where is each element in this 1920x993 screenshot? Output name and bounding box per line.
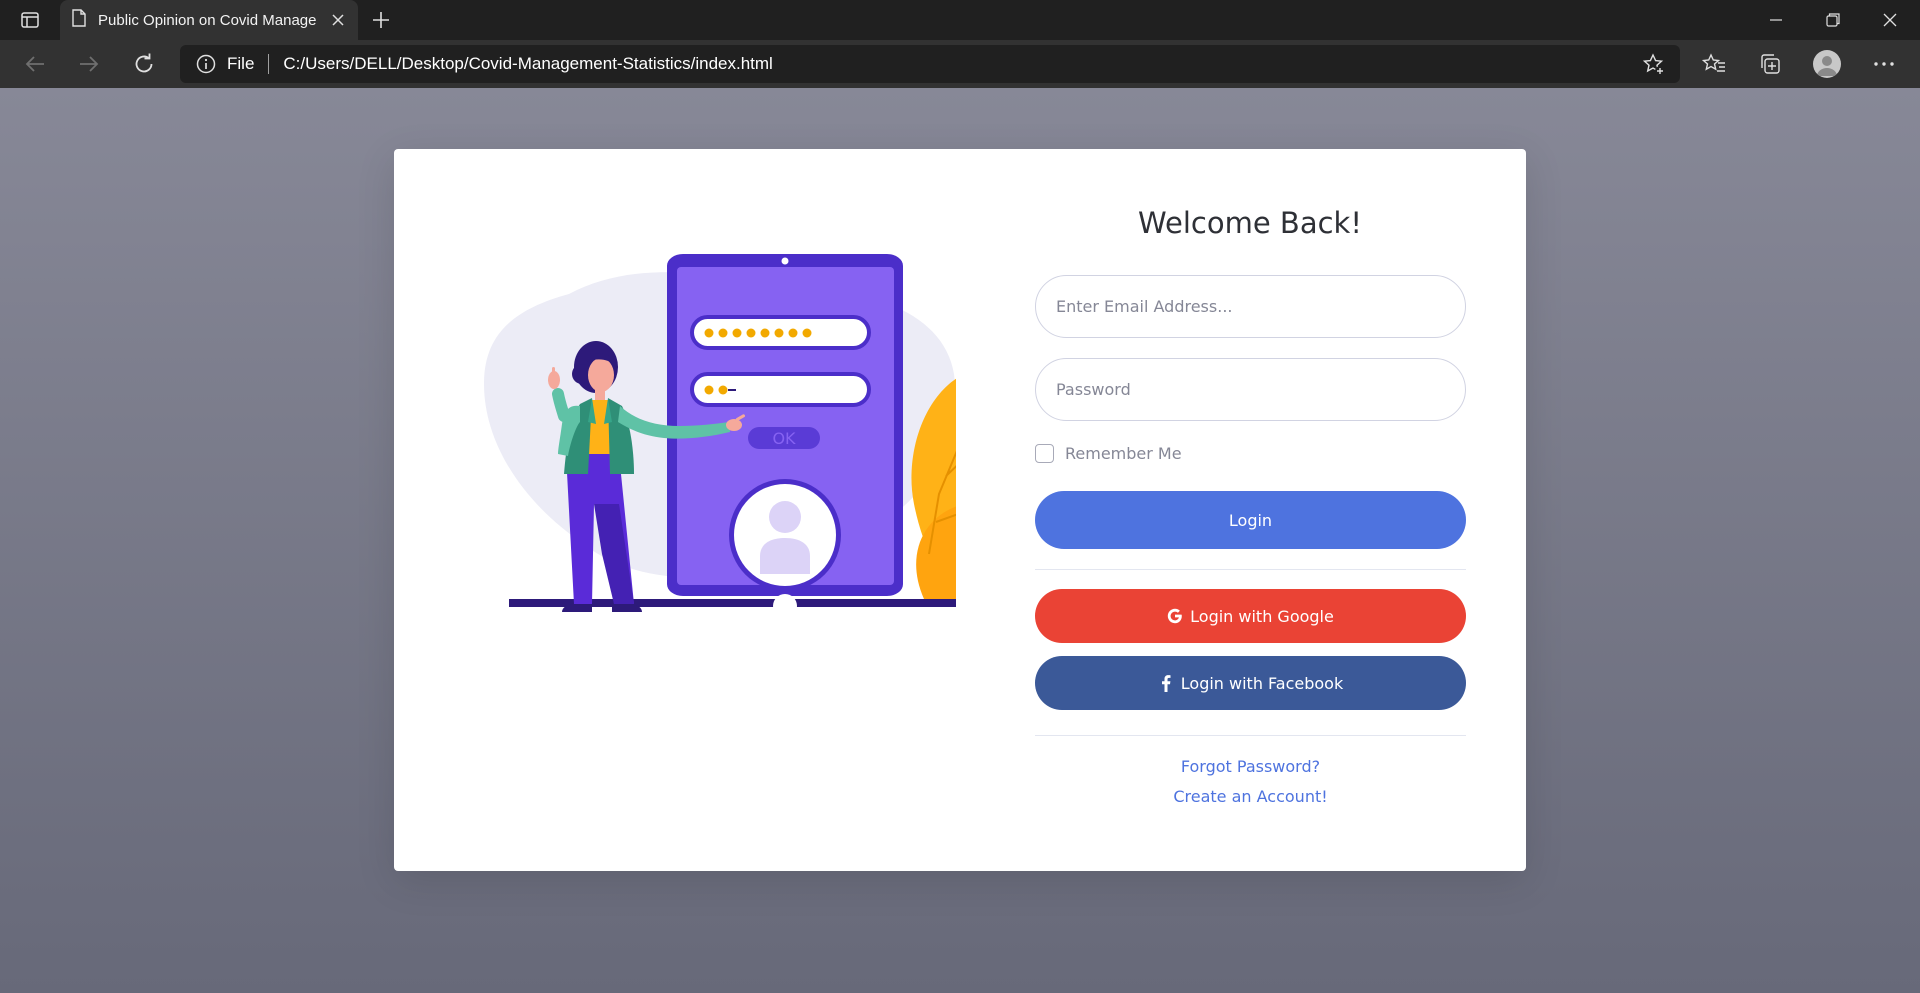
page-title: Welcome Back! (1138, 206, 1362, 240)
facebook-login-button[interactable]: Login with Facebook (1035, 656, 1466, 710)
remember-me[interactable]: Remember Me (1035, 444, 1182, 463)
page-viewport: OK Welcome Back! Enter Email Address... … (0, 88, 1920, 993)
minimize-icon[interactable] (1748, 0, 1804, 40)
remember-me-checkbox[interactable] (1035, 444, 1054, 463)
address-bar[interactable]: File C:/Users/DELL/Desktop/Covid-Managem… (180, 45, 1680, 83)
forgot-password-link[interactable]: Forgot Password? (1035, 757, 1466, 776)
create-account-link[interactable]: Create an Account! (1035, 787, 1466, 806)
close-window-icon[interactable] (1862, 0, 1918, 40)
browser-toolbar: File C:/Users/DELL/Desktop/Covid-Managem… (0, 40, 1920, 88)
address-separator (268, 54, 270, 74)
browser-tab-bar: Public Opinion on Covid Management Stati… (0, 0, 1920, 40)
login-illustration: OK (484, 254, 956, 614)
restore-icon[interactable] (1805, 0, 1861, 40)
google-login-button[interactable]: Login with Google (1035, 589, 1466, 643)
collections-icon[interactable] (1752, 48, 1788, 80)
divider (1035, 569, 1466, 570)
info-icon[interactable] (195, 53, 217, 75)
back-icon[interactable] (17, 48, 53, 80)
address-scheme-label: File (227, 54, 255, 73)
profile-avatar-icon[interactable] (1809, 48, 1845, 80)
close-tab-icon[interactable] (328, 10, 348, 30)
ok-label: OK (772, 429, 796, 448)
forward-icon[interactable] (71, 48, 107, 80)
login-button-label: Login (1228, 510, 1273, 530)
password-field[interactable] (1035, 358, 1466, 421)
browser-tab[interactable]: Public Opinion on Covid Management Stati… (60, 0, 358, 40)
add-favorite-icon[interactable] (1642, 53, 1666, 77)
divider (1035, 735, 1466, 736)
login-card: OK Welcome Back! Enter Email Address... … (394, 149, 1526, 871)
tab-title: Public Opinion on Covid Management Stati… (98, 11, 316, 29)
tab-actions-icon[interactable] (12, 8, 48, 32)
google-icon (1167, 607, 1183, 625)
google-login-label: Login with Google (1190, 606, 1334, 626)
facebook-icon (1158, 674, 1174, 692)
more-options-icon[interactable] (1866, 48, 1902, 80)
favorites-icon[interactable] (1696, 48, 1732, 80)
new-tab-icon[interactable] (368, 8, 394, 32)
refresh-icon[interactable] (126, 48, 162, 80)
remember-me-label: Remember Me (1065, 444, 1182, 463)
file-icon (72, 8, 86, 32)
facebook-login-label: Login with Facebook (1180, 673, 1344, 693)
address-url[interactable]: C:/Users/DELL/Desktop/Covid-Management-S… (283, 54, 772, 74)
email-field[interactable] (1035, 275, 1466, 338)
login-button[interactable]: Login (1035, 491, 1466, 549)
